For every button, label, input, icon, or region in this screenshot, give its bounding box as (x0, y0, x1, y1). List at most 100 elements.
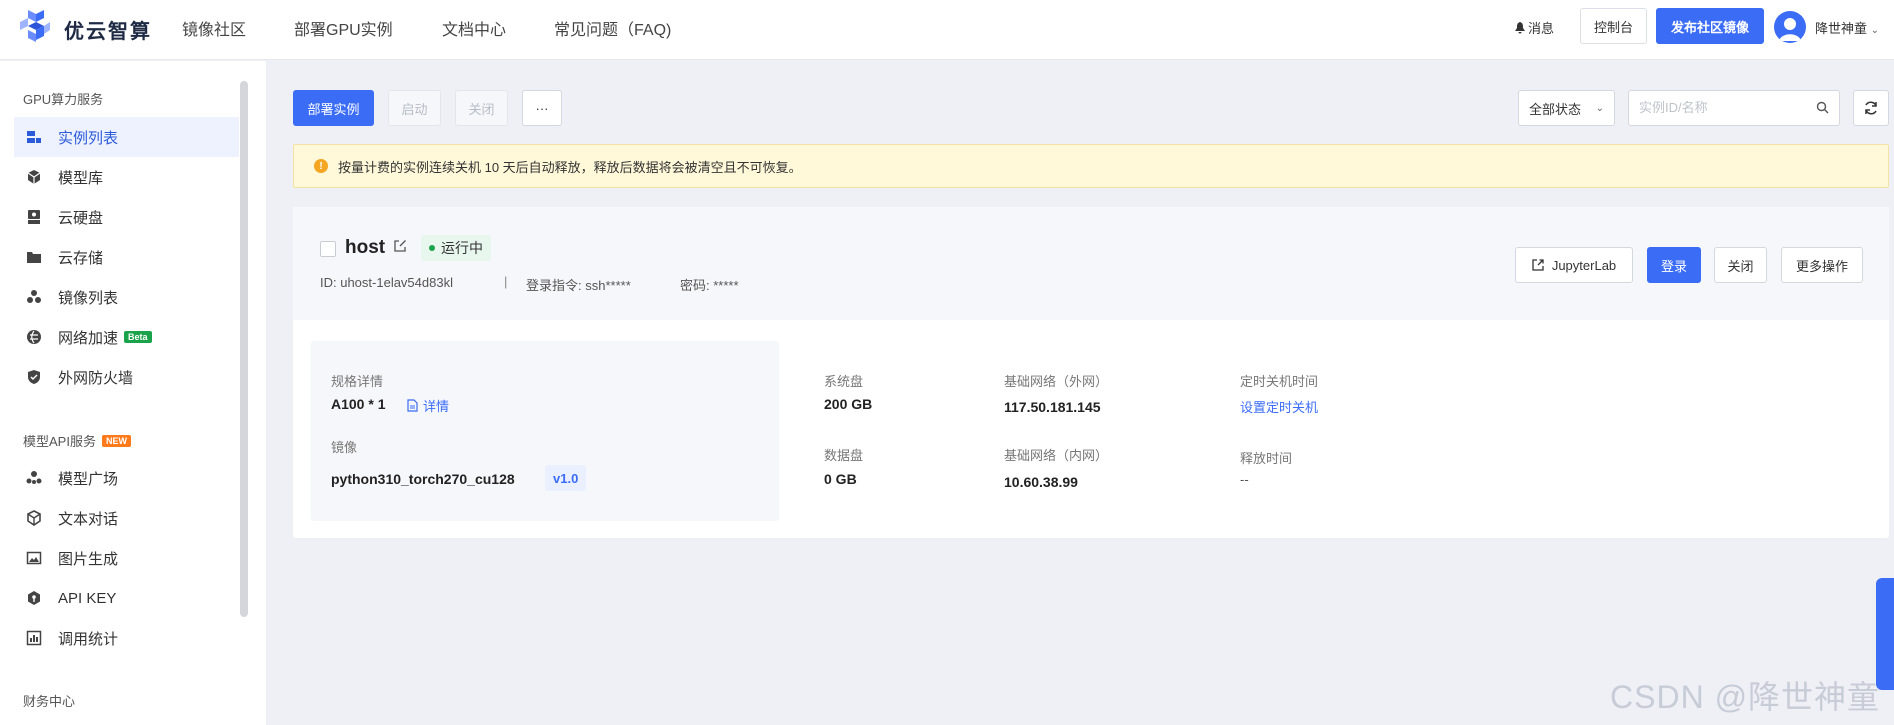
beta-badge: Beta (124, 331, 152, 343)
key-hex-icon (24, 588, 44, 608)
sidebar-item-cloud-storage[interactable]: 云存储 (14, 237, 239, 277)
username-text: 降世神童 (1815, 21, 1868, 36)
instance-id: ID: uhost-1elav54d83kl (320, 275, 453, 290)
sidebar-item-label: 外网防火墙 (58, 369, 134, 387)
top-navbar: 优云智算 镜像社区 部署GPU实例 文档中心 常见问题（FAQ) 消息 控制台 … (0, 0, 1894, 60)
sidebar-item-image-gen[interactable]: 图片生成 (14, 538, 239, 578)
image-label: 镜像 (331, 440, 358, 455)
picture-icon (24, 548, 44, 568)
instance-name: host (345, 237, 386, 258)
sidebar-item-cloud-disk[interactable]: 云硬盘 (14, 197, 239, 237)
nav-docs[interactable]: 文档中心 (442, 16, 506, 40)
sidebar-item-firewall[interactable]: 外网防火墙 (14, 357, 239, 397)
instance-checkbox[interactable] (320, 241, 336, 257)
net-ext-value[interactable]: 117.50.181.145 (1004, 399, 1101, 415)
nav-faq[interactable]: 常见问题（FAQ) (554, 16, 671, 40)
search-box (1628, 90, 1840, 126)
net-int-value[interactable]: 10.60.38.99 (1004, 474, 1078, 490)
release-value: -- (1240, 472, 1249, 487)
status-filter-value: 全部状态 (1529, 101, 1582, 117)
publish-image-button[interactable]: 发布社区镜像 (1656, 8, 1764, 44)
nav-deploy-gpu[interactable]: 部署GPU实例 (294, 16, 393, 40)
model-square-icon (24, 468, 44, 488)
set-shutdown-link[interactable]: 设置定时关机 (1240, 397, 1318, 416)
username[interactable]: 降世神童 ⌄ (1815, 18, 1879, 37)
data-disk-value: 0 GB (824, 471, 857, 487)
disk-icon (24, 207, 44, 227)
brand-name[interactable]: 优云智算 (64, 15, 152, 44)
sidebar-item-usage-stats[interactable]: 调用统计 (14, 618, 239, 658)
net-ext-label: 基础网络（外网） (1004, 374, 1109, 389)
sidebar-scrollbar[interactable] (240, 81, 248, 617)
sidebar-item-label: 网络加速 (58, 329, 119, 347)
console-button[interactable]: 控制台 (1580, 8, 1647, 44)
data-disk-label: 数据盘 (824, 448, 864, 463)
sidebar-item-label: 调用统计 (58, 630, 119, 648)
document-icon (407, 399, 418, 412)
meta-separator: | (504, 274, 508, 289)
jupyterlab-label: JupyterLab (1551, 257, 1617, 273)
messages-link[interactable]: 消息 (1515, 18, 1554, 37)
instance-stop-button[interactable]: 关闭 (1714, 247, 1767, 283)
refresh-icon (1865, 101, 1877, 115)
status-dot-icon (429, 245, 435, 251)
more-actions-button[interactable]: 更多操作 (1781, 247, 1863, 283)
chat-cube-icon (24, 508, 44, 528)
edit-icon[interactable] (393, 239, 407, 253)
status-filter-select[interactable]: 全部状态 ⌄ (1518, 90, 1615, 126)
sidebar-item-api-key[interactable]: API KEY (14, 578, 239, 618)
image-stack-icon (24, 287, 44, 307)
sidebar-item-label: API KEY (58, 589, 117, 607)
watermark: CSDN @降世神童 (1610, 679, 1881, 715)
deploy-instance-button[interactable]: 部署实例 (293, 90, 374, 126)
avatar[interactable] (1774, 11, 1806, 43)
section-finance: 财务中心 (23, 694, 76, 709)
logo-icon[interactable] (18, 8, 52, 44)
search-input[interactable] (1639, 100, 1809, 115)
section-gpu: GPU算力服务 (23, 92, 104, 107)
login-command[interactable]: 登录指令: ssh***** (526, 275, 631, 294)
sidebar-item-network-accel[interactable]: 网络加速 Beta (14, 317, 239, 357)
sidebar-item-instance-list[interactable]: 实例列表 (14, 117, 239, 157)
sidebar-item-image-list[interactable]: 镜像列表 (14, 277, 239, 317)
sidebar-item-label: 图片生成 (58, 550, 119, 568)
sidebar-item-text-chat[interactable]: 文本对话 (14, 498, 239, 538)
sidebar: GPU算力服务 实例列表 模型库 云硬盘 云存储 镜像列表 网络加速 Beta … (0, 61, 266, 725)
auto-release-alert: ! 按量计费的实例连续关机 10 天后自动释放，释放后数据将会被清空且不可恢复。 (293, 144, 1889, 188)
login-button[interactable]: 登录 (1647, 247, 1701, 283)
search-icon[interactable] (1816, 101, 1829, 114)
globe-icon (24, 327, 44, 347)
shield-icon (24, 367, 44, 387)
external-link-icon (1532, 259, 1544, 271)
spec-value: A100 * 1 (331, 396, 386, 412)
chevron-down-icon: ⌄ (1595, 102, 1604, 114)
sidebar-item-model-square[interactable]: 模型广场 (14, 458, 239, 498)
stop-button[interactable]: 关闭 (455, 90, 508, 126)
spec-panel: 规格详情 A100 * 1 详情 镜像 python310_torch270_c… (311, 341, 779, 521)
sidebar-item-label: 镜像列表 (58, 289, 119, 307)
nav-mirror-community[interactable]: 镜像社区 (182, 16, 246, 40)
warning-icon: ! (314, 159, 328, 173)
jupyterlab-button[interactable]: JupyterLab (1515, 247, 1633, 283)
section-api: 模型API服务 NEW (23, 431, 131, 450)
net-int-label: 基础网络（内网） (1004, 448, 1109, 463)
image-version-badge: v1.0 (545, 465, 587, 491)
instance-card: host 运行中 ID: uhost-1elav54d83kl | 登录指令: … (293, 207, 1889, 538)
new-badge: NEW (101, 434, 131, 447)
refresh-button[interactable] (1853, 90, 1889, 126)
sidebar-item-label: 文本对话 (58, 510, 119, 528)
cube-icon (24, 167, 44, 187)
folder-icon (24, 247, 44, 267)
sidebar-item-label: 实例列表 (58, 129, 119, 147)
spec-detail-label: 详情 (423, 399, 450, 414)
sidebar-item-model-library[interactable]: 模型库 (14, 157, 239, 197)
image-value: python310_torch270_cu128 (331, 471, 515, 487)
status-text: 运行中 (441, 240, 483, 256)
more-button[interactable]: ··· (522, 90, 562, 126)
release-label: 释放时间 (1240, 451, 1293, 466)
bar-chart-icon (24, 628, 44, 648)
password[interactable]: 密码: ***** (680, 275, 739, 294)
start-button[interactable]: 启动 (388, 90, 441, 126)
spec-detail-link[interactable]: 详情 (407, 396, 449, 415)
messages-label: 消息 (1528, 21, 1555, 36)
